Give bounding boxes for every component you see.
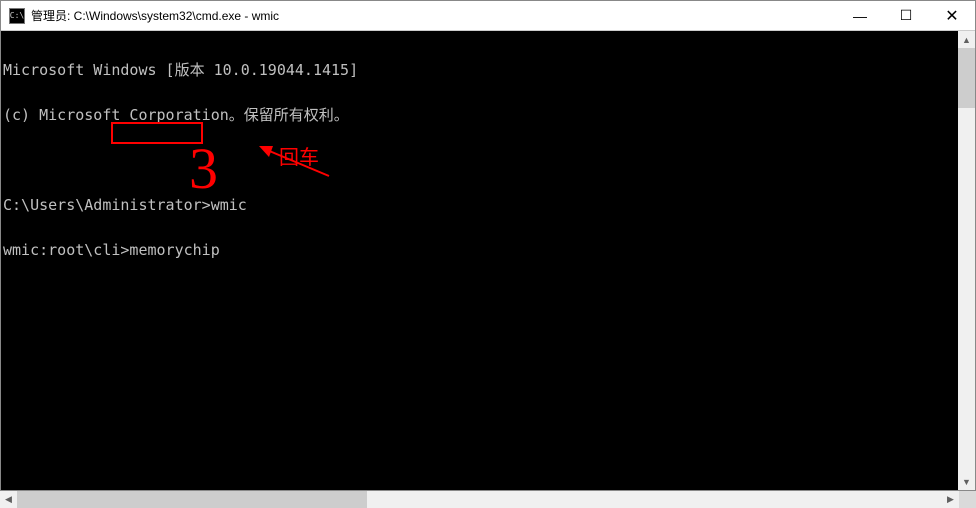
window-controls: — ☐ ✕ (837, 1, 975, 30)
scroll-down-icon[interactable]: ▼ (958, 473, 975, 490)
terminal-line: C:\Users\Administrator>wmic (3, 198, 975, 213)
scroll-left-icon[interactable]: ◀ (0, 491, 17, 508)
scrollbar-track[interactable] (17, 491, 942, 508)
scroll-right-icon[interactable]: ▶ (942, 491, 959, 508)
maximize-button[interactable]: ☐ (883, 1, 929, 30)
vertical-scrollbar[interactable]: ▲ ▼ (958, 31, 975, 490)
scrollbar-thumb[interactable] (958, 48, 975, 108)
close-button[interactable]: ✕ (929, 1, 975, 30)
terminal-line (3, 153, 975, 168)
terminal-line: wmic:root\cli>memorychip (3, 243, 975, 258)
annotation-highlight-box (111, 122, 203, 144)
annotation-arrow-icon (205, 131, 339, 204)
scroll-up-icon[interactable]: ▲ (958, 31, 975, 48)
minimize-button[interactable]: — (837, 1, 883, 30)
terminal-line: Microsoft Windows [版本 10.0.19044.1415] (3, 63, 975, 78)
scrollbar-thumb[interactable] (17, 491, 367, 508)
scrollbar-corner (959, 491, 976, 508)
window-title: 管理员: C:\Windows\system32\cmd.exe - wmic (31, 7, 837, 24)
terminal-body[interactable]: Microsoft Windows [版本 10.0.19044.1415] (… (1, 31, 975, 490)
horizontal-scrollbar[interactable]: ◀ ▶ (0, 491, 976, 508)
titlebar[interactable]: C:\ 管理员: C:\Windows\system32\cmd.exe - w… (1, 1, 975, 31)
terminal-line: (c) Microsoft Corporation。保留所有权利。 (3, 108, 975, 123)
app-icon: C:\ (9, 8, 25, 24)
cmd-window: C:\ 管理员: C:\Windows\system32\cmd.exe - w… (0, 0, 976, 491)
